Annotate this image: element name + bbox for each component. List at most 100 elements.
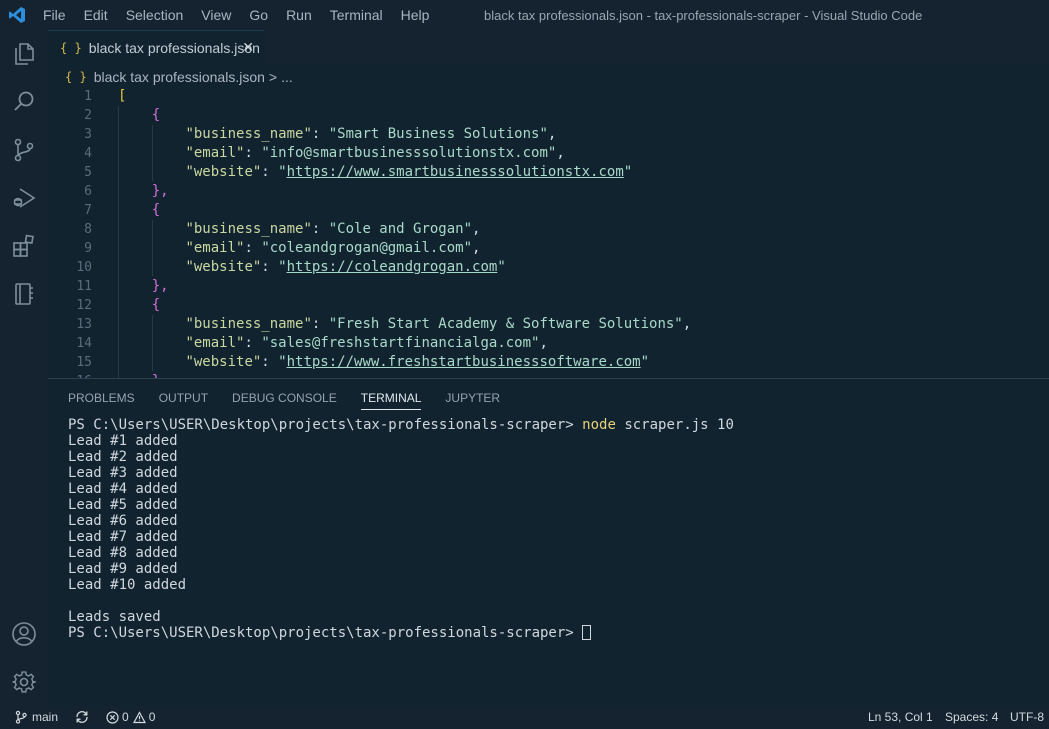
json-colon: : bbox=[311, 126, 329, 142]
json-bracket: [ bbox=[118, 88, 127, 104]
problems-indicator[interactable]: 0 0 bbox=[106, 710, 155, 724]
extensions-icon[interactable] bbox=[0, 222, 48, 270]
json-value: "Cole and Grogan" bbox=[328, 221, 473, 237]
json-url-link[interactable]: https://www.freshstartbusinesssoftware.c… bbox=[287, 354, 641, 370]
json-comma: , bbox=[547, 126, 557, 142]
panel-tabs: PROBLEMS OUTPUT DEBUG CONSOLE TERMINAL JUPYT… bbox=[68, 391, 524, 410]
json-quote: " bbox=[278, 259, 287, 275]
json-colon: : bbox=[244, 240, 262, 256]
json-key: "website" bbox=[185, 354, 262, 370]
line-number: 11 bbox=[76, 279, 92, 294]
json-key: "email" bbox=[185, 145, 245, 161]
json-colon: : bbox=[261, 354, 279, 370]
terminal-final-line: PS C:\Users\USER\Desktop\projects\tax-pr… bbox=[68, 625, 734, 641]
editor-tab-json[interactable]: { } black tax professionals.json ✕ bbox=[48, 30, 264, 65]
json-comma: , bbox=[472, 240, 481, 256]
sync-icon[interactable] bbox=[74, 710, 90, 724]
indent-guide bbox=[118, 106, 119, 378]
json-value: "coleandgrogan@gmail.com" bbox=[261, 240, 473, 256]
json-quote: " bbox=[497, 259, 506, 275]
account-icon[interactable] bbox=[0, 610, 48, 658]
json-bracket: { bbox=[151, 202, 161, 218]
breadcrumb: { } black tax professionals.json > ... bbox=[48, 66, 1049, 88]
json-url-link[interactable]: https://coleandgrogan.com bbox=[287, 259, 498, 275]
line-number: 7 bbox=[84, 203, 92, 218]
json-file-icon: { } bbox=[65, 70, 87, 84]
json-colon: : bbox=[244, 335, 262, 351]
tab-terminal[interactable]: TERMINAL bbox=[360, 391, 422, 410]
close-icon[interactable]: ✕ bbox=[242, 39, 254, 56]
json-colon: : bbox=[311, 316, 329, 332]
breadcrumb-separator: > bbox=[268, 69, 278, 85]
title-bar: File Edit Selection View Go Run Terminal Help b… bbox=[0, 0, 1049, 30]
run-debug-icon[interactable] bbox=[0, 174, 48, 222]
json-value: "sales@freshstartfinancialga.com" bbox=[261, 335, 540, 351]
json-key: "email" bbox=[185, 240, 245, 256]
code-text: { bbox=[152, 296, 160, 315]
menu-item-go[interactable]: Go bbox=[240, 7, 277, 23]
bottom-panel: PROBLEMS OUTPUT DEBUG CONSOLE TERMINAL JUPYT… bbox=[48, 378, 1049, 706]
search-icon[interactable] bbox=[0, 78, 48, 126]
status-bar: main 0 0 Ln 53, Col 1 Spaces: 4 UTF-8 bbox=[0, 706, 1049, 729]
code-text: "business_name": "Fresh Start Academy & … bbox=[185, 315, 691, 334]
terminal-output-line: Lead #1 added bbox=[68, 433, 178, 449]
menu-item-view[interactable]: View bbox=[192, 7, 240, 23]
terminal-command: node bbox=[582, 417, 616, 433]
encoding[interactable]: UTF-8 bbox=[1010, 710, 1044, 724]
json-bracket: { bbox=[151, 107, 161, 123]
branch-indicator[interactable]: main bbox=[14, 710, 58, 724]
tab-problems[interactable]: PROBLEMS bbox=[68, 391, 135, 410]
menu-item-file[interactable]: File bbox=[34, 7, 75, 23]
menu-item-selection[interactable]: Selection bbox=[117, 7, 193, 23]
menu-item-help[interactable]: Help bbox=[392, 7, 439, 23]
tab-output[interactable]: OUTPUT bbox=[159, 391, 208, 410]
line-number: 5 bbox=[84, 165, 92, 180]
editor-tab-bar: { } black tax professionals.json ✕ bbox=[48, 30, 1049, 65]
json-key: "business_name" bbox=[185, 316, 312, 332]
indent-guide bbox=[152, 315, 153, 371]
terminal-output-line: Lead #2 added bbox=[68, 449, 178, 465]
line-number: 4 bbox=[84, 146, 92, 161]
terminal-output-line: Lead #7 added bbox=[68, 529, 178, 545]
line-number: 15 bbox=[76, 355, 92, 370]
code-text: "business_name": "Cole and Grogan", bbox=[185, 220, 480, 239]
breadcrumb-more[interactable]: ... bbox=[281, 69, 293, 85]
code-editor[interactable]: 1 [2 {3 "business_name": "Smart Business So… bbox=[48, 87, 1049, 378]
tab-jupyter[interactable]: JUPYTER bbox=[445, 391, 500, 410]
terminal[interactable]: PS C:\Users\USER\Desktop\projects\tax-pr… bbox=[68, 417, 734, 641]
line-number: 12 bbox=[76, 298, 92, 313]
json-url-link[interactable]: https://www.smartbusinesssolutionstx.com bbox=[287, 164, 624, 180]
json-bracket: }, bbox=[151, 183, 169, 199]
line-number: 8 bbox=[84, 222, 92, 237]
vscode-logo-icon bbox=[0, 0, 34, 30]
code-text: }, bbox=[152, 182, 169, 201]
branch-name: main bbox=[32, 710, 59, 724]
terminal-output-line: Lead #9 added bbox=[68, 561, 178, 577]
menu-item-edit[interactable]: Edit bbox=[75, 7, 117, 23]
json-bracket: }, bbox=[151, 278, 169, 294]
json-comma: , bbox=[539, 335, 548, 351]
source-control-icon[interactable] bbox=[0, 126, 48, 174]
json-key: "email" bbox=[185, 335, 245, 351]
warning-count: 0 bbox=[148, 710, 156, 724]
menu-item-terminal[interactable]: Terminal bbox=[321, 7, 392, 23]
line-number: 2 bbox=[84, 108, 92, 123]
menu-item-run[interactable]: Run bbox=[277, 7, 321, 23]
terminal-output-line: Leads saved bbox=[68, 609, 161, 625]
tab-label: black tax professionals.json bbox=[88, 40, 260, 56]
tab-debug-console[interactable]: DEBUG CONSOLE bbox=[232, 391, 337, 410]
json-colon: : bbox=[244, 145, 262, 161]
explorer-icon[interactable] bbox=[0, 30, 48, 78]
indentation[interactable]: Spaces: 4 bbox=[945, 710, 998, 724]
json-quote: " bbox=[278, 354, 287, 370]
settings-gear-icon[interactable] bbox=[0, 658, 48, 706]
breadcrumb-file[interactable]: black tax professionals.json bbox=[94, 69, 265, 85]
indent-guide bbox=[152, 125, 153, 181]
code-text: "business_name": "Smart Business Solutio… bbox=[185, 125, 556, 144]
indent-guide bbox=[152, 220, 153, 276]
jupyter-icon[interactable] bbox=[0, 270, 48, 318]
json-key: "business_name" bbox=[185, 126, 312, 142]
cursor-position[interactable]: Ln 53, Col 1 bbox=[868, 710, 933, 724]
terminal-output-line: Lead #6 added bbox=[68, 513, 178, 529]
json-quote: " bbox=[278, 164, 287, 180]
